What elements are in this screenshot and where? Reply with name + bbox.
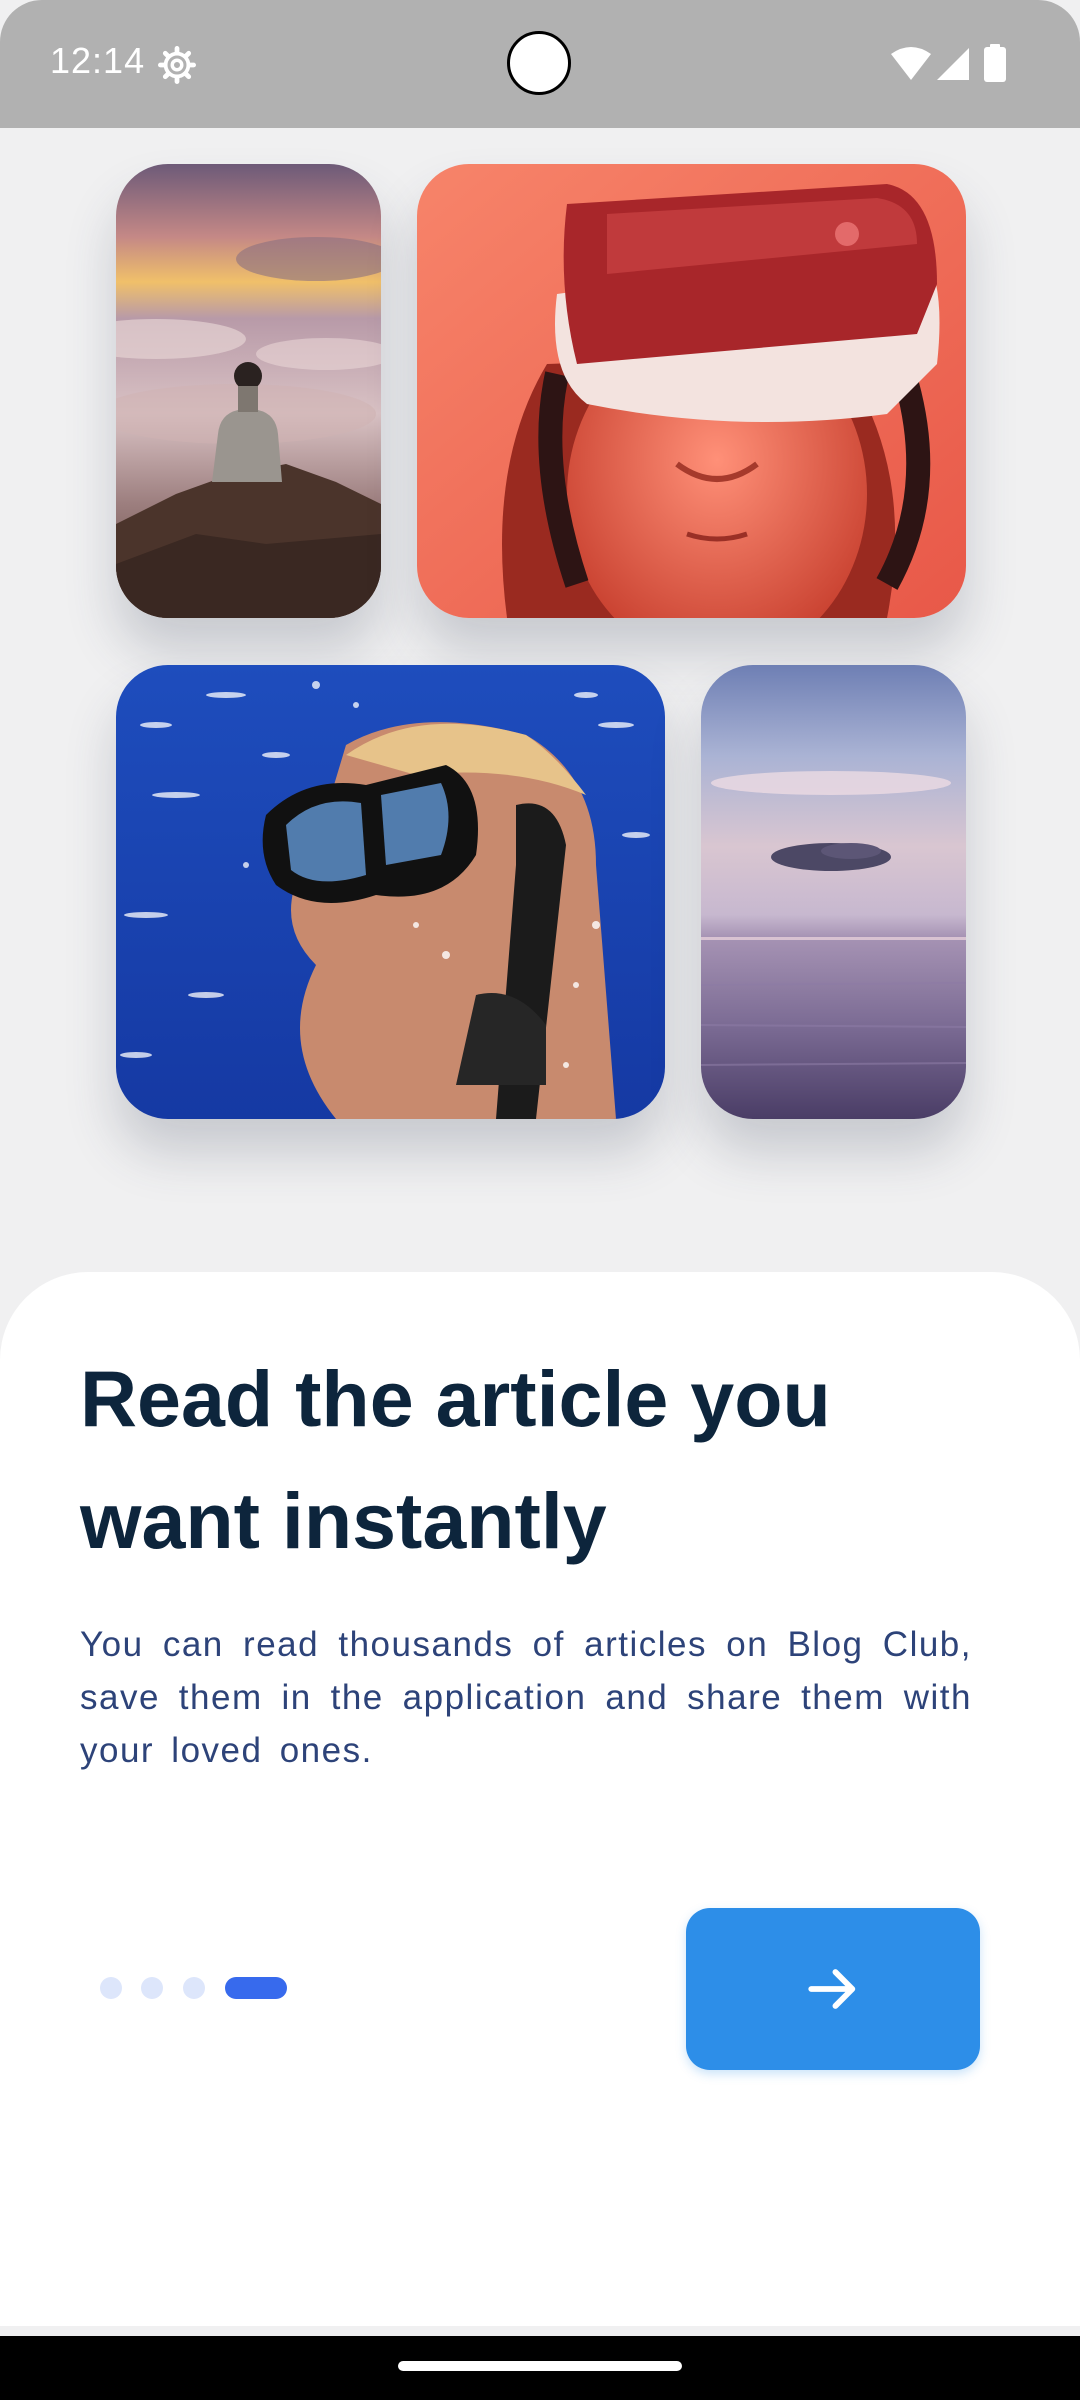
settings-gear-icon [158, 46, 196, 84]
onboarding-screen: 12:14 Read the article you want instantl… [0, 0, 1080, 2400]
camera-cutout [507, 31, 571, 95]
status-bar: 12:14 [0, 0, 1080, 128]
page-dot-active[interactable] [225, 1977, 287, 1999]
status-time: 12:14 [50, 40, 146, 81]
home-gesture-handle[interactable] [398, 2361, 682, 2371]
next-button[interactable] [686, 1908, 980, 2070]
navigation-bar [0, 2336, 1080, 2400]
onboarding-card: Read the article you want instantly You … [0, 1272, 1080, 2326]
vr-headset-photo [417, 164, 966, 618]
ocean-horizon-photo [701, 665, 966, 1119]
page-dot[interactable] [100, 1977, 122, 1999]
arrow-right-icon [808, 1969, 856, 2009]
cell-signal-icon [937, 48, 969, 80]
underwater-diver-photo [116, 665, 665, 1119]
onboarding-title: Read the article you want instantly [80, 1354, 831, 1565]
wifi-icon [891, 47, 931, 80]
page-dot[interactable] [183, 1977, 205, 1999]
onboarding-description: You can read thousands of articles on Bl… [80, 1625, 972, 1770]
page-dot[interactable] [141, 1977, 163, 1999]
person-on-mountain-photo [116, 164, 381, 618]
battery-icon [984, 44, 1006, 82]
